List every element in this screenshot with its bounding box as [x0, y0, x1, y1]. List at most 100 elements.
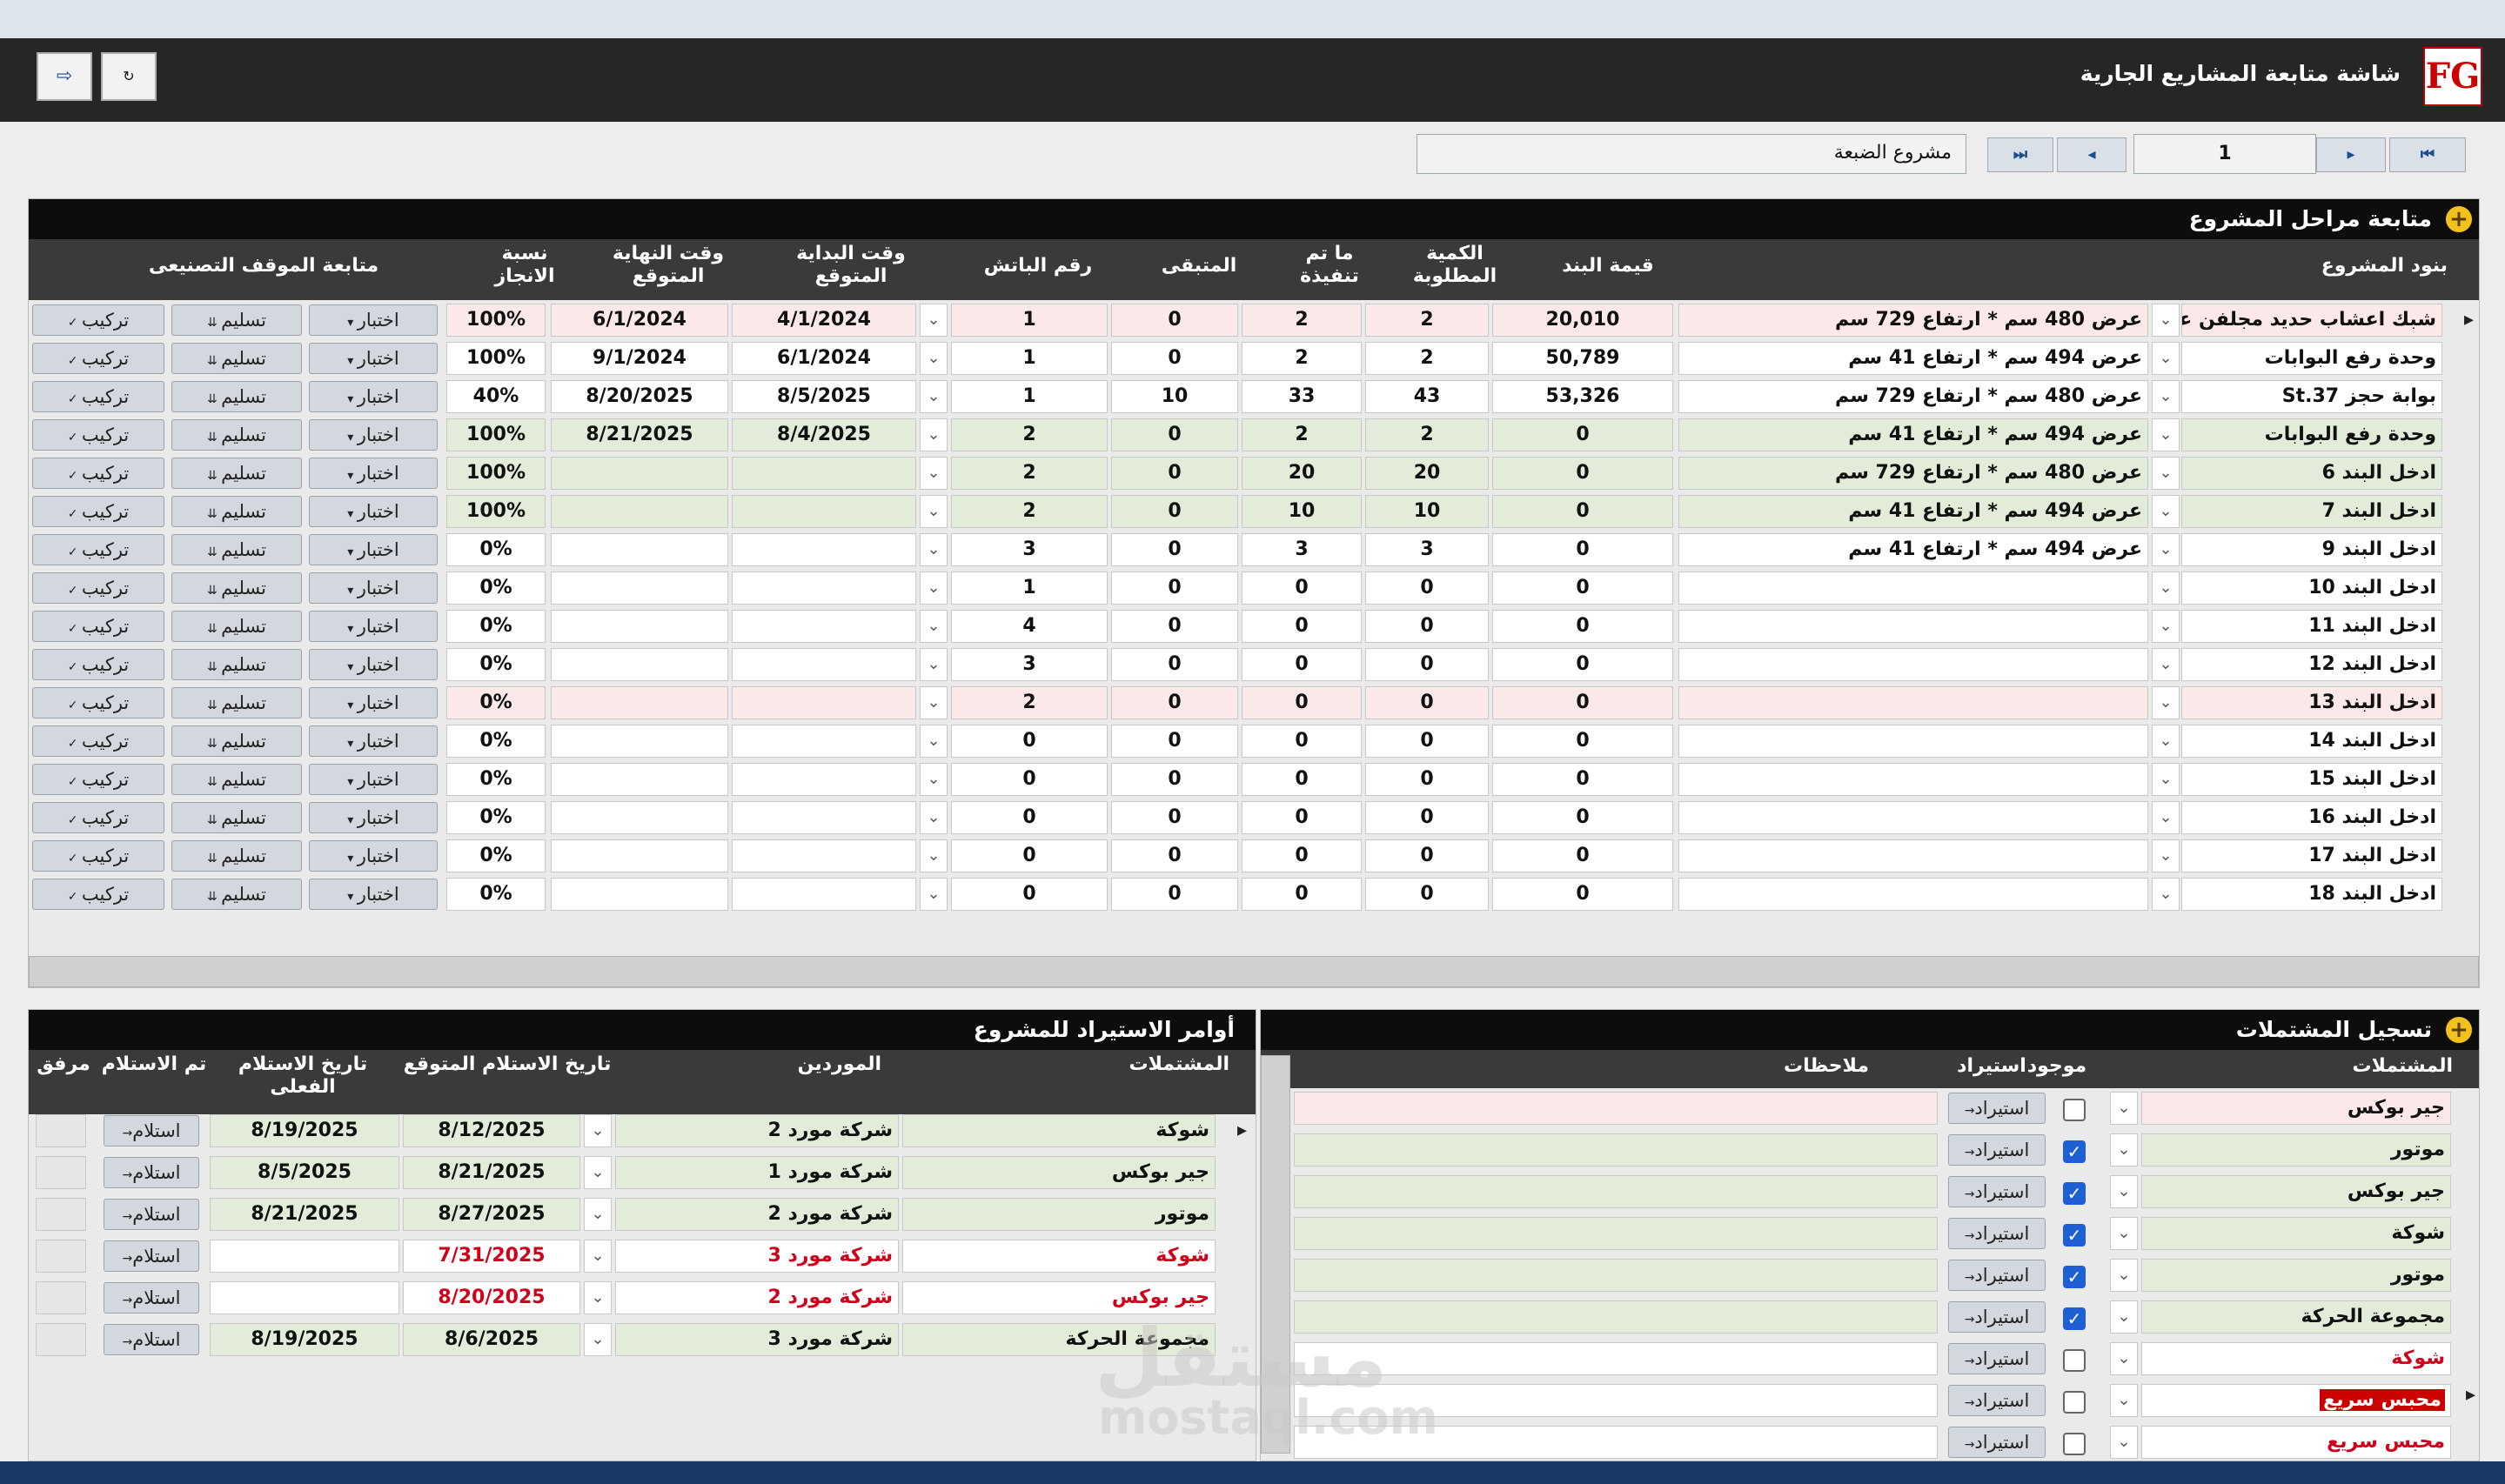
dropdown-icon[interactable]: ⌄	[2110, 1092, 2138, 1125]
cell-supplier[interactable]: شركة مورد 3	[615, 1323, 899, 1356]
cell-actual[interactable]: 8/19/2025	[210, 1323, 399, 1356]
cell-end[interactable]	[551, 878, 728, 911]
cell-end[interactable]	[551, 533, 728, 566]
cell-actual[interactable]: 8/21/2025	[210, 1198, 399, 1231]
nav-next-button[interactable]: ▸	[2316, 137, 2386, 172]
cell-qty[interactable]: 0	[1365, 686, 1489, 719]
page-number-field[interactable]: 1	[2133, 134, 2316, 174]
cell-start[interactable]	[732, 839, 916, 872]
cell-remain[interactable]: 0	[1111, 610, 1238, 643]
cell-pct[interactable]: 0%	[446, 763, 546, 796]
dropdown-icon[interactable]: ⌄	[2110, 1300, 2138, 1334]
cell-remain[interactable]: 0	[1111, 725, 1238, 758]
deliver-button[interactable]: تسليم ⇊	[171, 802, 302, 833]
cell-remain[interactable]: 0	[1111, 304, 1238, 337]
cell-done[interactable]: 0	[1242, 572, 1362, 605]
dropdown-icon[interactable]: ⌄	[920, 839, 948, 872]
cell-qty[interactable]: 0	[1365, 572, 1489, 605]
dropdown-icon[interactable]: ⌄	[920, 763, 948, 796]
install-button[interactable]: تركيب ✓	[32, 381, 164, 412]
cell-name[interactable]: ادخل البند 14	[2181, 725, 2442, 758]
cell-end[interactable]	[551, 763, 728, 796]
cell-spec[interactable]	[1678, 572, 2148, 605]
cell-value[interactable]: 0	[1492, 839, 1673, 872]
cell-value[interactable]: 0	[1492, 686, 1673, 719]
dropdown-icon[interactable]: ⌄	[2152, 495, 2180, 528]
cell-component[interactable]: موتور	[902, 1198, 1216, 1231]
cell-name[interactable]: ادخل البند 18	[2181, 878, 2442, 911]
cell-pct[interactable]: 100%	[446, 457, 546, 490]
dropdown-icon[interactable]: ⌄	[2110, 1259, 2138, 1292]
cell-remain[interactable]: 0	[1111, 533, 1238, 566]
cell-end[interactable]	[551, 725, 728, 758]
dropdown-icon[interactable]: ⌄	[920, 686, 948, 719]
test-button[interactable]: اختبار ▾	[309, 572, 438, 604]
cell-name[interactable]: وحدة رفع البوابات	[2181, 342, 2442, 375]
cell-actual[interactable]: 8/19/2025	[210, 1114, 399, 1147]
cell-end[interactable]	[551, 801, 728, 834]
cell-start[interactable]: 6/1/2024	[732, 342, 916, 375]
cell-qty[interactable]: 0	[1365, 878, 1489, 911]
cell-pct[interactable]: 40%	[446, 380, 546, 413]
cell-component[interactable]: محبس سريع	[2141, 1426, 2451, 1459]
cell-done[interactable]: 0	[1242, 763, 1362, 796]
cell-qty[interactable]: 2	[1365, 342, 1489, 375]
exists-checkbox[interactable]	[2063, 1349, 2086, 1372]
add-icon[interactable]: +	[2446, 206, 2472, 232]
import-button[interactable]: استيراد→	[1948, 1301, 2046, 1333]
install-button[interactable]: تركيب ✓	[32, 611, 164, 642]
exists-checkbox[interactable]: ✓	[2063, 1307, 2086, 1330]
cell-name[interactable]: ادخل البند 15	[2181, 763, 2442, 796]
cell-batch[interactable]: 3	[951, 648, 1108, 681]
dropdown-icon[interactable]: ⌄	[2152, 610, 2180, 643]
cell-spec[interactable]: عرض 480 سم * ارتفاع 729 سم	[1678, 457, 2148, 490]
project-name-field[interactable]: مشروع الضبعة	[1417, 134, 1966, 174]
cell-pct[interactable]: 100%	[446, 495, 546, 528]
cell-actual[interactable]	[210, 1281, 399, 1314]
cell-component[interactable]: محبس سريع	[2141, 1384, 2451, 1417]
cell-qty[interactable]: 0	[1365, 725, 1489, 758]
notes-field[interactable]	[1294, 1300, 1938, 1334]
cell-name[interactable]: ادخل البند 17	[2181, 839, 2442, 872]
stages-horizontal-scrollbar[interactable]	[29, 956, 2479, 987]
cell-remain[interactable]: 0	[1111, 801, 1238, 834]
cell-pct[interactable]: 0%	[446, 839, 546, 872]
deliver-button[interactable]: تسليم ⇊	[171, 458, 302, 489]
receive-button[interactable]: استلام→	[104, 1115, 199, 1146]
cell-start[interactable]: 8/5/2025	[732, 380, 916, 413]
cell-expected[interactable]: 8/20/2025	[403, 1281, 580, 1314]
test-button[interactable]: اختبار ▾	[309, 343, 438, 374]
import-button[interactable]: استيراد→	[1948, 1176, 2046, 1207]
test-button[interactable]: اختبار ▾	[309, 802, 438, 833]
receive-button[interactable]: استلام→	[104, 1240, 199, 1272]
import-button[interactable]: استيراد→	[1948, 1343, 2046, 1374]
cell-component[interactable]: جير بوكس	[902, 1281, 1216, 1314]
cell-expected[interactable]: 8/27/2025	[403, 1198, 580, 1231]
cell-done[interactable]: 0	[1242, 725, 1362, 758]
deliver-button[interactable]: تسليم ⇊	[171, 381, 302, 412]
notes-field[interactable]	[1294, 1342, 1938, 1375]
cell-pct[interactable]: 100%	[446, 304, 546, 337]
cell-pct[interactable]: 0%	[446, 686, 546, 719]
cell-expected[interactable]: 7/31/2025	[403, 1240, 580, 1273]
import-button[interactable]: استيراد→	[1948, 1427, 2046, 1458]
exists-checkbox[interactable]: ✓	[2063, 1182, 2086, 1205]
cell-batch[interactable]: 4	[951, 610, 1108, 643]
dropdown-icon[interactable]: ⌄	[920, 495, 948, 528]
cell-pct[interactable]: 0%	[446, 725, 546, 758]
cell-pct[interactable]: 0%	[446, 648, 546, 681]
dropdown-icon[interactable]: ⌄	[920, 380, 948, 413]
cell-done[interactable]: 3	[1242, 533, 1362, 566]
cell-value[interactable]: 0	[1492, 610, 1673, 643]
cell-remain[interactable]: 10	[1111, 380, 1238, 413]
cell-name[interactable]: بوابة حجز St.37	[2181, 380, 2442, 413]
install-button[interactable]: تركيب ✓	[32, 802, 164, 833]
cell-spec[interactable]	[1678, 839, 2148, 872]
deliver-button[interactable]: تسليم ⇊	[171, 611, 302, 642]
cell-end[interactable]	[551, 648, 728, 681]
cell-actual[interactable]: 8/5/2025	[210, 1156, 399, 1189]
cell-spec[interactable]: عرض 494 سم * ارتفاع 41 سم	[1678, 533, 2148, 566]
dropdown-icon[interactable]: ⌄	[2110, 1342, 2138, 1375]
deliver-button[interactable]: تسليم ⇊	[171, 764, 302, 795]
dropdown-icon[interactable]: ⌄	[584, 1156, 612, 1189]
